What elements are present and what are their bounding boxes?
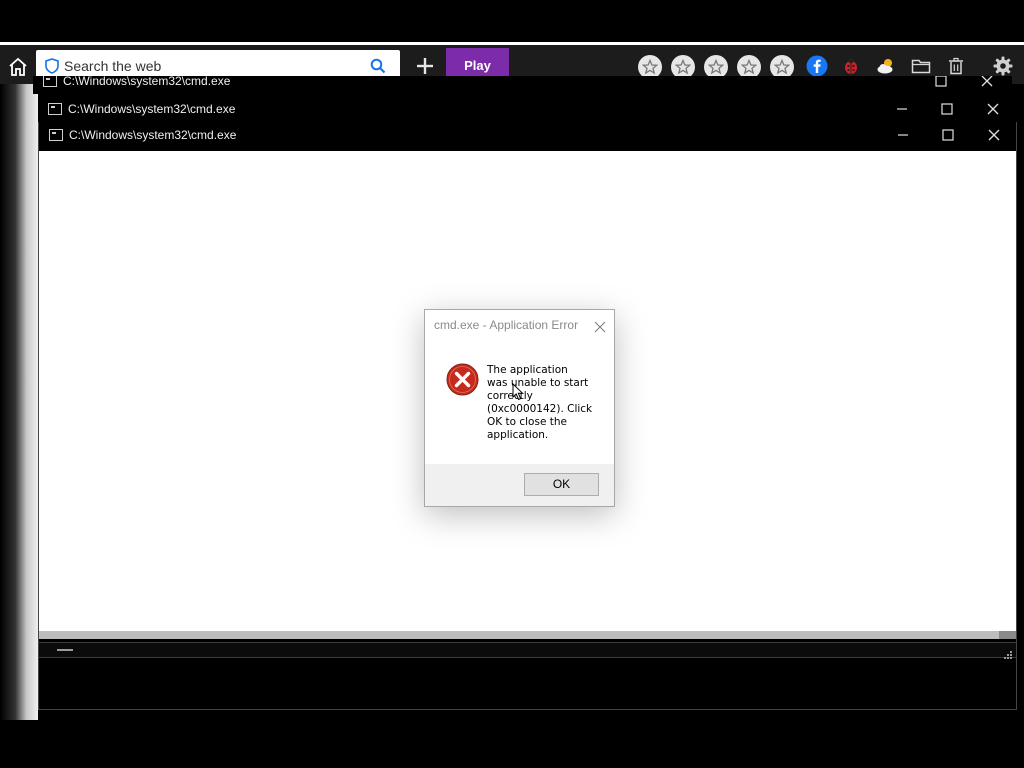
cmd-icon: [48, 103, 62, 115]
home-icon[interactable]: [6, 55, 30, 79]
dialog-title: cmd.exe - Application Error: [434, 318, 579, 332]
screen: Play C:\Windows\system32\cmd.exe: [0, 0, 1024, 768]
window-title: C:\Windows\system32\cmd.exe: [68, 102, 236, 116]
cmd-icon: [43, 76, 57, 87]
facebook-icon[interactable]: [806, 55, 828, 77]
error-message: The application was unable to start corr…: [487, 364, 605, 442]
cmd-title-bar[interactable]: C:\Windows\system32\cmd.exe: [39, 122, 1016, 148]
scrollbar-thumb[interactable]: [39, 631, 999, 639]
cmd-title-bar[interactable]: C:\Windows\system32\cmd.exe: [33, 76, 1012, 94]
search-input[interactable]: [64, 54, 364, 78]
dash-icon: [57, 649, 73, 651]
cmd-icon: [49, 129, 63, 141]
folder-icon[interactable]: [910, 55, 932, 77]
shield-icon: [45, 58, 59, 74]
cmd-window-middle[interactable]: C:\Windows\system32\cmd.exe: [38, 96, 1017, 122]
ok-button[interactable]: OK: [524, 473, 599, 496]
plus-icon[interactable]: [414, 55, 436, 77]
status-strip: [39, 642, 1016, 659]
ladybug-icon[interactable]: [840, 55, 862, 77]
minimize-icon[interactable]: [892, 99, 912, 119]
close-icon[interactable]: [594, 318, 606, 333]
close-icon[interactable]: [983, 99, 1003, 119]
window-title: C:\Windows\system32\cmd.exe: [69, 128, 237, 142]
cmd-title-bar[interactable]: C:\Windows\system32\cmd.exe: [38, 96, 1017, 122]
maximize-icon[interactable]: [931, 76, 951, 91]
cmd-window-background[interactable]: C:\Windows\system32\cmd.exe: [33, 76, 1012, 94]
message-line: was unable to start: [487, 377, 589, 389]
window-title: C:\Windows\system32\cmd.exe: [63, 76, 231, 88]
minimize-icon[interactable]: [893, 125, 913, 145]
trash-icon[interactable]: [945, 55, 967, 77]
message-line: correctly: [487, 390, 533, 402]
maximize-icon[interactable]: [938, 125, 958, 145]
error-icon: [446, 363, 479, 396]
close-icon[interactable]: [977, 76, 997, 91]
dialog-footer: OK: [425, 464, 614, 506]
resize-grip-icon[interactable]: [1002, 646, 1012, 659]
weather-icon[interactable]: [875, 55, 897, 77]
error-dialog[interactable]: cmd.exe - Application Error The applicat…: [424, 309, 615, 507]
maximize-icon[interactable]: [937, 99, 957, 119]
gear-icon[interactable]: [992, 55, 1014, 77]
background-edge: [0, 84, 38, 720]
close-icon[interactable]: [984, 125, 1004, 145]
search-icon[interactable]: [370, 58, 386, 74]
message-line: The application: [487, 364, 568, 376]
message-line: application.: [487, 429, 549, 441]
message-line: (0xc0000142). Click: [487, 403, 593, 415]
mouse-cursor-icon: [512, 382, 524, 401]
message-line: OK to close the: [487, 416, 567, 428]
